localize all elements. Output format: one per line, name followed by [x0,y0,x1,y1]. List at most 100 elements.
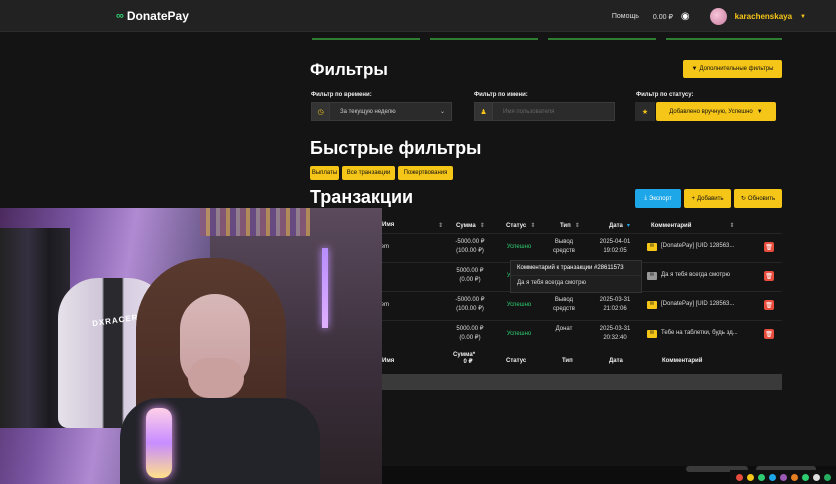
webcam-rgb-lamp [146,408,172,478]
tray-icon[interactable] [780,473,787,481]
username[interactable]: karachenskaya [735,12,792,21]
comment-icon: ✉ [647,242,657,251]
status-filter-label: Фильтр по статусу: [636,92,694,98]
sort-icon[interactable]: ⇕ [434,222,443,229]
comment-icon: ✉ [647,329,657,338]
tooltip-body: Да я тебя всегда смотрю [517,280,586,286]
webcam-overlay: DXRACER [0,208,382,484]
footer-status: Статус [506,358,527,364]
filter-icon: ▼ [691,66,698,72]
col-comment[interactable]: Комментарий ⇕ [651,222,734,229]
sort-icon: ⇕ [729,223,735,229]
download-icon: ⤓ [644,195,648,201]
plus-icon: + [691,195,695,202]
row-date: 2025-03-31 21:02:06 [599,297,631,312]
webcam-string-lights [200,208,310,236]
name-filter-input[interactable]: ♟ Имя пользователя [474,102,615,121]
avatar[interactable] [709,8,727,25]
top-nav: ∞ DonatePay Помощь 0.00 ₽ ◉ karachenskay… [0,0,836,32]
quick-filter-donations[interactable]: Пожертвования [398,166,453,180]
trash-icon[interactable]: 🗑 [764,329,774,339]
name-filter-label: Фильтр по имени: [474,92,528,98]
sort-icon: ⇕ [574,223,580,229]
time-filter-label: Фильтр по времени: [311,92,372,98]
app-window: ∞ DonatePay Помощь 0.00 ₽ ◉ karachenskay… [0,0,836,484]
balance: 0.00 ₽ [652,13,673,21]
tray-icon[interactable] [802,473,809,481]
add-label: Добавить [696,195,724,202]
logo[interactable]: ∞ DonatePay [116,9,189,23]
row-type: Вывод средств [553,297,575,312]
sort-icon: ⇕ [479,223,485,229]
name-filter-placeholder: Имя пользователя [503,108,555,115]
clock-icon: ◷ [312,103,330,120]
footer-type: Тип [562,358,573,364]
comment-icon: ✉ [647,300,657,309]
webcam-hand [188,358,244,398]
footer-comment: Комментарий [662,358,703,364]
footer-sum: Сумма* 0 ₽ [453,352,476,365]
tray-icon[interactable] [747,473,754,481]
refresh-icon: ↻ [740,196,746,202]
sort-desc-icon: ▾ [626,223,630,229]
add-button[interactable]: + Добавить [684,189,731,208]
tray-icon[interactable] [824,473,831,481]
footer-name: Имя [382,358,395,364]
tray-icon[interactable] [758,473,765,481]
col-type[interactable]: Тип ⇕ [560,222,580,229]
col-status[interactable]: Статус ⇕ [506,222,535,229]
row-date: 2025-04-01 19:02:05 [599,239,631,254]
status-filter-value: Добавлено вручную, Успешно [669,108,753,115]
row-comment[interactable]: ✉ [DonatePay] [UID 128563... [647,300,734,309]
row-comment[interactable]: ✉ [DonatePay] [UID 128563... [647,242,734,251]
row-status: Успешно [506,331,532,337]
nav-right: Помощь 0.00 ₽ ◉ karachenskaya ▼ [612,8,806,25]
refresh-button[interactable]: ↻ Обновить [734,189,782,208]
row-type: Донат [555,326,573,332]
more-filters-button[interactable]: ▼ Дополнительные фильтры [683,60,782,78]
trash-icon[interactable]: 🗑 [764,271,774,281]
row-comment[interactable]: ✉ Да я тебя всегда смотрю [647,271,730,280]
chevron-down-icon: ▼ [756,108,763,115]
quick-filter-payouts[interactable]: Выплаты [310,166,339,180]
tray-icon[interactable] [813,473,820,481]
row-date: 2025-03-31 20:32:40 [599,326,631,341]
row-amount: 5000.00 ₽ (0.00 ₽) [456,268,484,283]
quick-filter-all[interactable]: Все транзакции [342,166,395,180]
filters-title: Фильтры [310,60,388,79]
logo-text: DonatePay [126,9,189,23]
row-status: Успешно [506,244,532,250]
eye-icon[interactable]: ◉ [681,11,690,22]
trash-icon[interactable]: 🗑 [764,242,774,252]
user-icon: ♟ [475,103,493,120]
system-tray [730,470,836,484]
chevron-down-icon: ⌄ [439,109,445,115]
export-button[interactable]: ⤓ Экспорт [635,189,681,208]
col-amount[interactable]: Сумма ⇕ [456,222,485,229]
row-comment[interactable]: ✉ Тебе на таблетки, будь зд... [647,329,738,338]
stat-line [666,38,782,40]
tray-icon[interactable] [769,473,776,481]
footer-date: Дата [609,358,623,364]
time-filter-select[interactable]: ◷ За текущую неделю ⌄ [311,102,452,121]
tray-icon[interactable] [791,473,798,481]
status-filter-select[interactable]: Добавлено вручную, Успешно ▼ [656,102,776,121]
quick-filters-title: Быстрые фильтры [310,138,482,158]
tray-icon[interactable] [736,473,743,481]
trash-icon[interactable]: 🗑 [764,300,774,310]
transactions-title: Транзакции [310,187,414,207]
row-type: Вывод средств [553,239,575,254]
sort-icon: ⇕ [530,223,536,229]
col-date[interactable]: Дата ▾ [609,222,630,229]
row-amount: -5000.00 ₽ (100.00 ₽) [455,297,485,312]
col-name[interactable]: Имя [382,222,394,228]
stat-line [430,38,538,40]
row-amount: 5000.00 ₽ (0.00 ₽) [456,326,484,341]
chevron-down-icon[interactable]: ▼ [800,14,806,20]
help-link[interactable]: Помощь [612,13,639,20]
row-status: Успешно [506,302,532,308]
comment-tooltip: Комментарий к транзакции #28611573 Да я … [510,260,642,293]
refresh-label: Обновить [747,195,776,202]
time-filter-value: За текущую неделю [340,108,396,115]
comment-icon: ✉ [647,271,657,280]
